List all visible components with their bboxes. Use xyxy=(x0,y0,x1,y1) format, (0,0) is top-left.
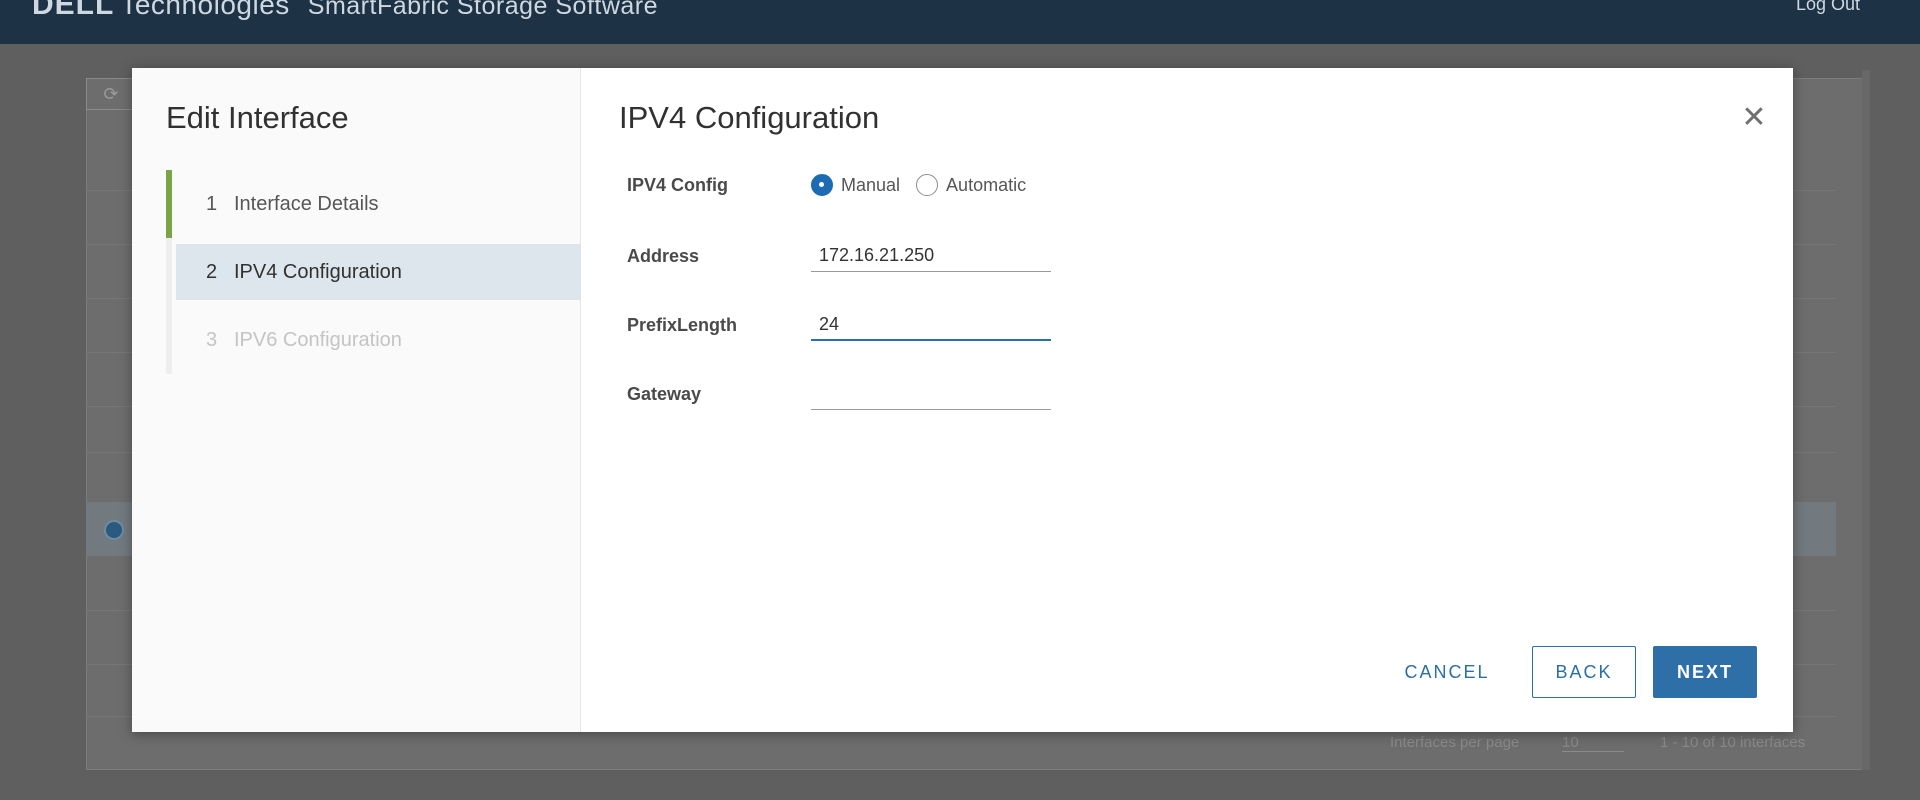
ipv4-config-row: IPV4 Config Manual Automatic xyxy=(627,174,1026,196)
cancel-button[interactable]: CANCEL xyxy=(1387,646,1507,698)
brand-logo: DELL Technologies SmartFabric Storage Soft… xyxy=(32,0,658,22)
step-number: 1 xyxy=(206,192,218,215)
radio-automatic[interactable]: Automatic xyxy=(916,174,1026,196)
radio-manual[interactable]: Manual xyxy=(811,174,900,196)
step-label: IPV4 Configuration xyxy=(234,260,402,283)
prefix-length-label: PrefixLength xyxy=(627,314,738,335)
back-button[interactable]: BACK xyxy=(1532,646,1636,698)
brand-dell: DELL xyxy=(32,0,115,21)
close-icon[interactable]: ✕ xyxy=(1739,103,1769,134)
scrollbar[interactable] xyxy=(1862,70,1870,770)
address-label: Address xyxy=(627,245,700,266)
wizard-content: IPV4 Configuration ✕ IPV4 Config Manual … xyxy=(581,68,1793,732)
step-label: IPV6 Configuration xyxy=(234,328,402,351)
radio-manual-label: Manual xyxy=(841,174,901,195)
prefix-length-input[interactable] xyxy=(811,309,1051,341)
app-header: DELL Technologies SmartFabric Storage Soft… xyxy=(0,0,1920,44)
content-title: IPV4 Configuration xyxy=(619,100,880,135)
radio-automatic-label: Automatic xyxy=(946,174,1027,195)
gateway-label: Gateway xyxy=(627,383,702,404)
refresh-icon[interactable]: ⟳ xyxy=(86,78,136,110)
row-radio-selected[interactable] xyxy=(104,520,124,540)
address-row: Address xyxy=(627,240,1051,272)
ipv4-config-label: IPV4 Config xyxy=(627,174,729,195)
per-page-label: Interfaces per page xyxy=(1390,734,1520,751)
modal-title: Edit Interface xyxy=(166,100,349,135)
step-ipv4-configuration[interactable]: 2 IPV4 Configuration xyxy=(166,238,581,306)
step-interface-details[interactable]: 1 Interface Details xyxy=(166,170,581,238)
radio-checked-icon[interactable] xyxy=(811,174,833,196)
pagination-count: 1 - 10 of 10 interfaces xyxy=(1660,734,1806,751)
step-number: 3 xyxy=(206,328,218,351)
logout-link[interactable]: Log Out xyxy=(1796,0,1860,15)
ipv4-config-radio-group: Manual Automatic xyxy=(811,174,1026,196)
product-name: SmartFabric Storage Software xyxy=(307,0,659,20)
gateway-row: Gateway xyxy=(627,378,1051,410)
wizard-nav: Edit Interface 1 Interface Details 2 IPV… xyxy=(132,68,581,732)
address-input[interactable] xyxy=(811,240,1051,272)
radio-unchecked-icon[interactable] xyxy=(916,174,939,196)
brand-technologies: Technologies xyxy=(120,0,290,20)
wizard-steps: 1 Interface Details 2 IPV4 Configuration… xyxy=(166,170,581,374)
prefix-length-row: PrefixLength xyxy=(627,309,1051,341)
per-page-select[interactable]: 10 xyxy=(1562,734,1624,752)
step-ipv6-configuration: 3 IPV6 Configuration xyxy=(166,306,581,374)
step-label: Interface Details xyxy=(234,192,379,215)
gateway-input[interactable] xyxy=(811,378,1051,410)
edit-interface-modal: Edit Interface 1 Interface Details 2 IPV… xyxy=(132,68,1793,732)
next-button[interactable]: NEXT xyxy=(1653,646,1757,698)
step-number: 2 xyxy=(206,260,218,283)
